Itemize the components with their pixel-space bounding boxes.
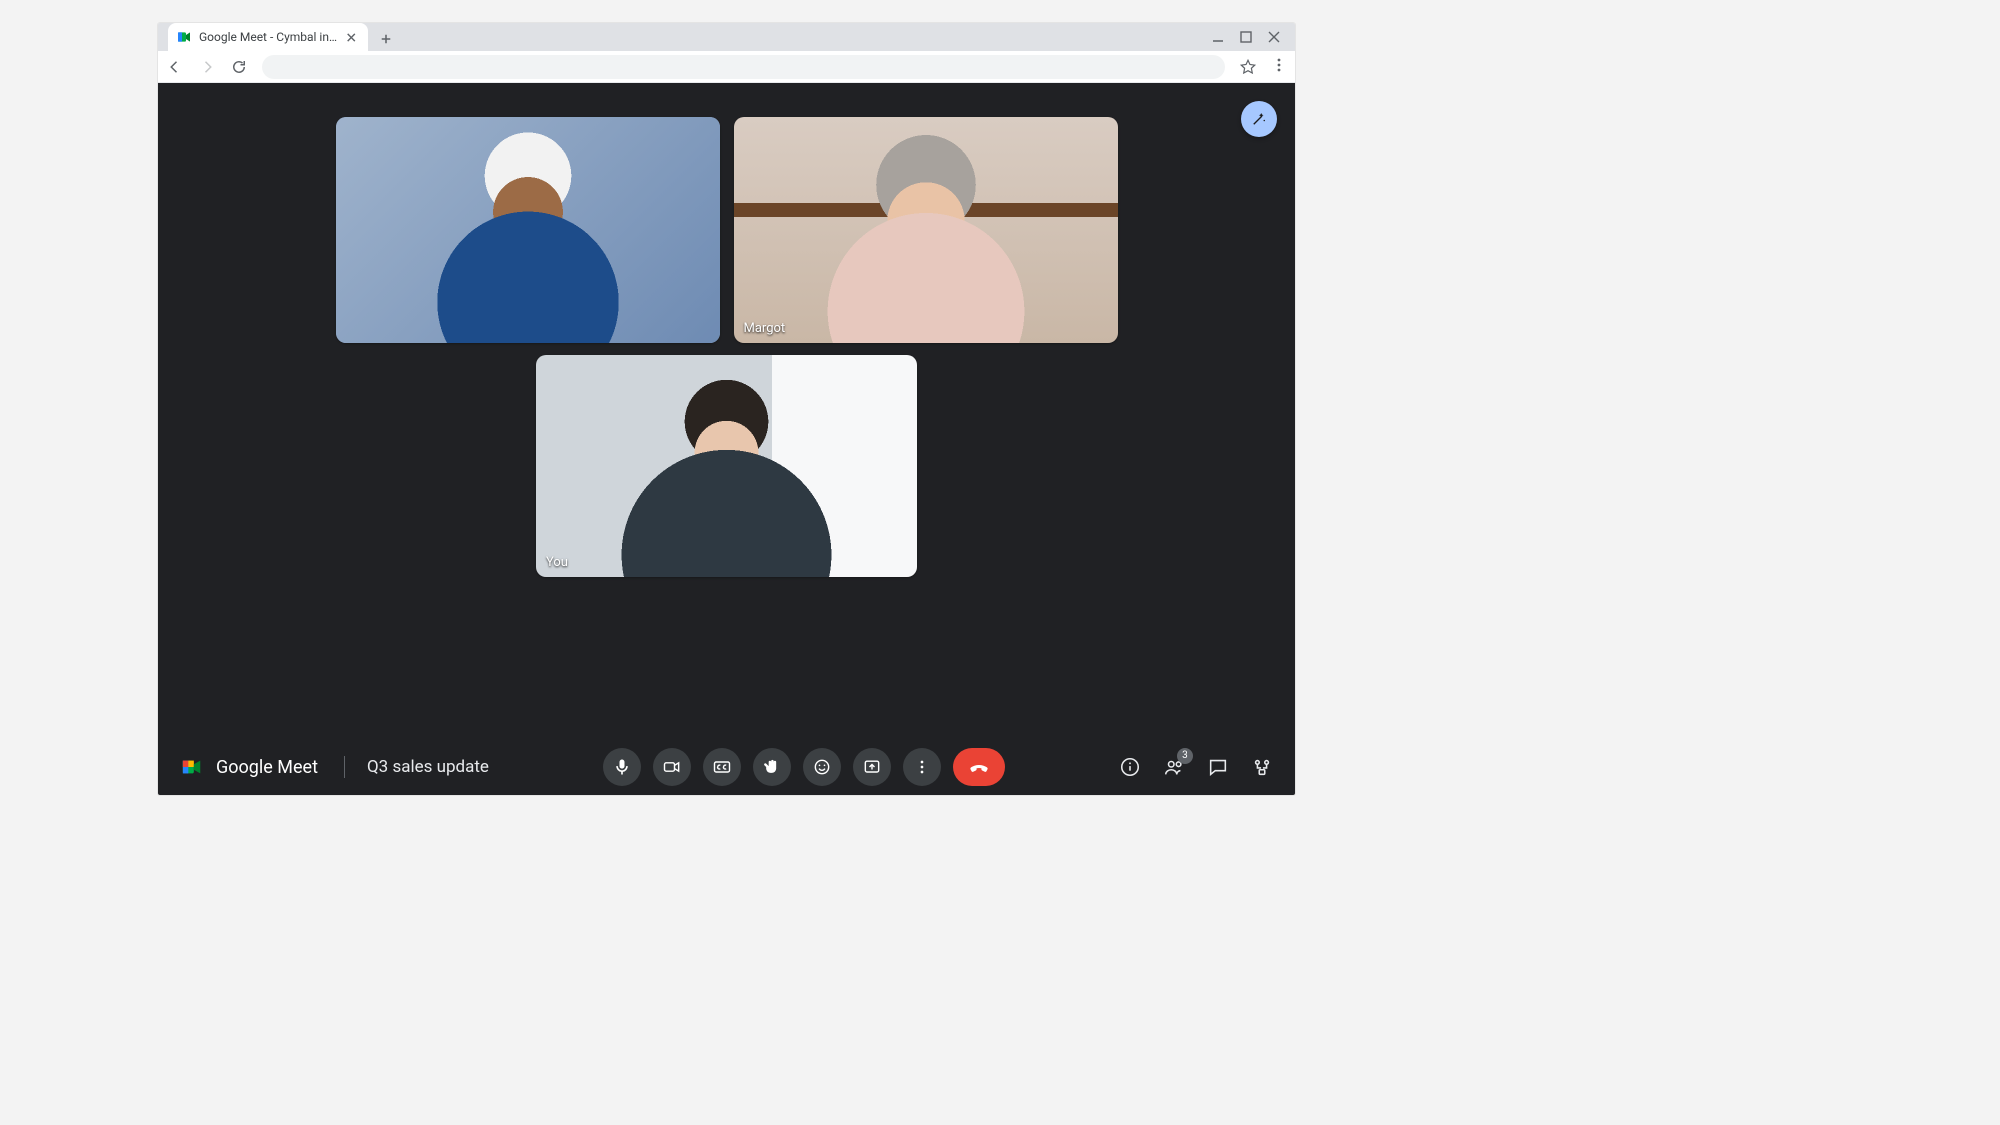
participant-name: Margot [744,321,786,336]
hang-up-button[interactable] [953,748,1005,786]
browser-toolbar [158,51,1295,83]
close-window-icon[interactable] [1267,30,1281,44]
meet-favicon-icon [176,29,192,45]
hang-up-icon [967,755,991,779]
close-tab-icon[interactable] [345,31,358,44]
plus-icon [380,33,392,45]
maximize-icon[interactable] [1239,30,1253,44]
camera-icon [662,757,682,777]
meeting-details-icon[interactable] [1119,756,1141,778]
participant-tile[interactable]: Margot [734,117,1118,343]
address-bar[interactable] [262,55,1225,79]
closed-captions-icon [712,757,732,777]
bottom-bar: Google Meet Q3 sales update [158,739,1295,795]
raise-hand-icon [762,757,782,777]
camera-button[interactable] [653,748,691,786]
reactions-button[interactable] [803,748,841,786]
brand-label: Google Meet [216,757,318,778]
kebab-icon [1271,57,1287,73]
reactions-icon [812,757,832,777]
browser-tab[interactable]: Google Meet - Cymbal intro [168,23,368,51]
participant-name: You [546,555,568,570]
participant-tile[interactable]: Jeffrey [336,117,720,343]
separator [344,756,345,778]
present-screen-icon [862,757,882,777]
brand-area: Google Meet Q3 sales update [180,756,489,778]
mic-button[interactable] [603,748,641,786]
chat-icon[interactable] [1207,756,1229,778]
browser-menu-button[interactable] [1271,57,1287,77]
participant-count-badge: 3 [1177,748,1193,764]
raise-hand-button[interactable] [753,748,791,786]
back-icon[interactable] [166,58,184,76]
bookmark-star-icon[interactable] [1239,58,1257,76]
participant-name: Jeffrey [346,321,386,336]
meeting-name: Q3 sales update [367,757,489,777]
minimize-icon[interactable] [1211,30,1225,44]
present-button[interactable] [853,748,891,786]
meet-logo-icon [180,756,204,778]
participant-grid: Jeffrey Margot You [158,117,1295,577]
browser-window: Google Meet - Cymbal intro [158,23,1295,795]
new-tab-button[interactable] [374,27,398,51]
tab-title: Google Meet - Cymbal intro [199,30,338,44]
meet-canvas: Jeffrey Margot You [158,83,1295,795]
people-button[interactable]: 3 [1163,756,1185,778]
forward-icon[interactable] [198,58,216,76]
tab-strip: Google Meet - Cymbal intro [158,23,1295,51]
call-controls [603,748,1005,786]
activities-icon[interactable] [1251,756,1273,778]
more-options-button[interactable] [903,748,941,786]
self-tile[interactable]: You [536,355,917,577]
right-controls: 3 [1119,756,1273,778]
microphone-icon [612,757,632,777]
more-options-icon [912,757,932,777]
captions-button[interactable] [703,748,741,786]
reload-icon[interactable] [230,58,248,76]
window-controls [1211,23,1289,51]
